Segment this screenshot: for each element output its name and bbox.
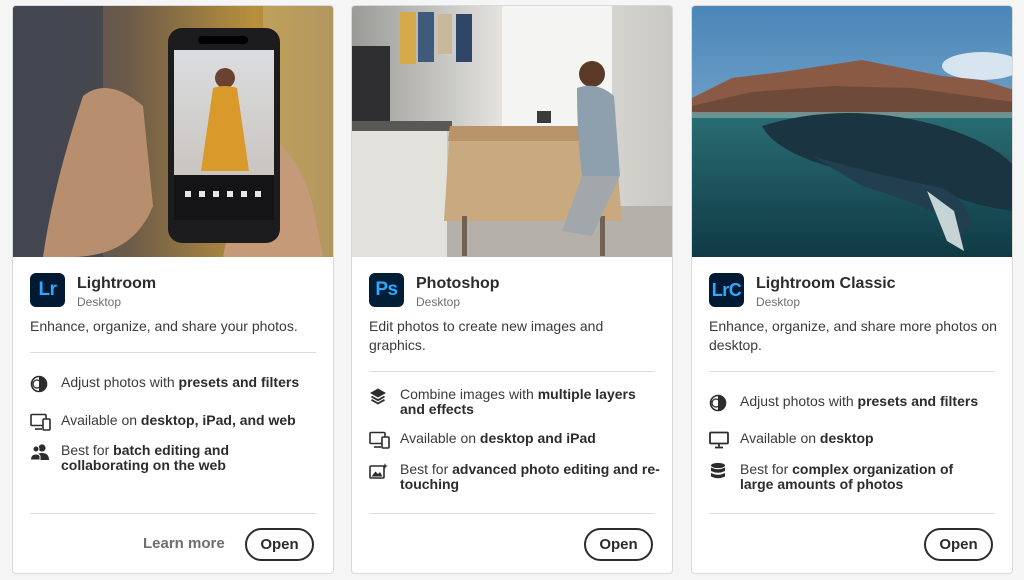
feature-text: Adjust photos with xyxy=(740,393,858,409)
feature-highlight: presets and filters xyxy=(857,393,979,409)
app-description: Enhance, organize, and share more photos… xyxy=(709,318,997,353)
monitor-icon xyxy=(709,430,731,450)
divider xyxy=(709,371,995,372)
feature-item: Available on desktop, iPad, and web xyxy=(30,413,322,432)
users-icon xyxy=(30,442,52,462)
feature-item: Combine images with multiple layers and … xyxy=(369,387,661,417)
feature-item: Available on desktop xyxy=(709,431,1001,450)
app-platform: Desktop xyxy=(756,295,801,309)
app-name: Lightroom xyxy=(77,275,157,292)
feature-text: Best for xyxy=(61,442,114,458)
lightroom-logo-icon: Lr xyxy=(30,273,65,307)
feature-item: Adjust photos with presets and filters xyxy=(709,394,1001,413)
app-platform: Desktop xyxy=(416,295,461,309)
feature-text: Combine images with xyxy=(400,386,538,402)
divider xyxy=(369,371,655,372)
feature-item: Best for complex organization of large a… xyxy=(709,462,1001,492)
divider xyxy=(369,513,655,514)
open-button[interactable]: Open xyxy=(245,528,314,561)
app-name: Photoshop xyxy=(416,275,500,292)
devices-icon xyxy=(30,412,52,432)
photoshop-hero-image xyxy=(352,6,672,257)
feature-text: Available on xyxy=(740,430,820,446)
open-button[interactable]: Open xyxy=(584,528,653,561)
feature-highlight: desktop and iPad xyxy=(479,430,596,446)
photoshop-card: Ps Photoshop Desktop Edit photos to crea… xyxy=(351,5,673,574)
feature-text: Best for xyxy=(400,461,453,477)
feature-text: Available on xyxy=(400,430,480,446)
divider xyxy=(709,513,995,514)
app-description: Edit photos to create new images and gra… xyxy=(369,318,604,353)
lightroom-hero-image xyxy=(13,6,333,257)
feature-text: Available on xyxy=(61,412,141,428)
database-icon xyxy=(709,461,731,481)
learn-more-link[interactable]: Learn more xyxy=(143,535,225,552)
feature-item: Available on desktop and iPad xyxy=(369,431,661,450)
devices-icon xyxy=(369,430,391,450)
lightroom-classic-card: LrC Lightroom Classic Desktop Enhance, o… xyxy=(691,5,1013,574)
open-button[interactable]: Open xyxy=(924,528,993,561)
feature-item: Adjust photos with presets and filters xyxy=(30,375,322,394)
image-edit-icon xyxy=(369,461,391,481)
photoshop-logo-icon: Ps xyxy=(369,273,404,307)
feature-highlight: desktop xyxy=(819,430,874,446)
lightroom-classic-hero-image xyxy=(692,6,1012,257)
app-name: Lightroom Classic xyxy=(756,275,896,292)
feature-item: Best for advanced photo editing and re-t… xyxy=(369,462,661,492)
lightroom-classic-logo-icon: LrC xyxy=(709,273,744,307)
presets-filters-icon xyxy=(709,393,731,413)
lightroom-card: Lr Lightroom Desktop Enhance, organize, … xyxy=(12,5,334,574)
app-platform: Desktop xyxy=(77,295,122,309)
divider xyxy=(30,513,316,514)
presets-filters-icon xyxy=(30,374,52,394)
feature-highlight: presets and filters xyxy=(178,374,300,390)
feature-text: Adjust photos with xyxy=(61,374,179,390)
app-description: Enhance, organize, and share your photos… xyxy=(30,318,298,334)
feature-item: Best for batch editing and collaborating… xyxy=(30,443,322,473)
feature-text: Best for xyxy=(740,461,793,477)
divider xyxy=(30,352,316,353)
layers-icon xyxy=(369,386,391,406)
feature-highlight: desktop, iPad, and web xyxy=(140,412,296,428)
